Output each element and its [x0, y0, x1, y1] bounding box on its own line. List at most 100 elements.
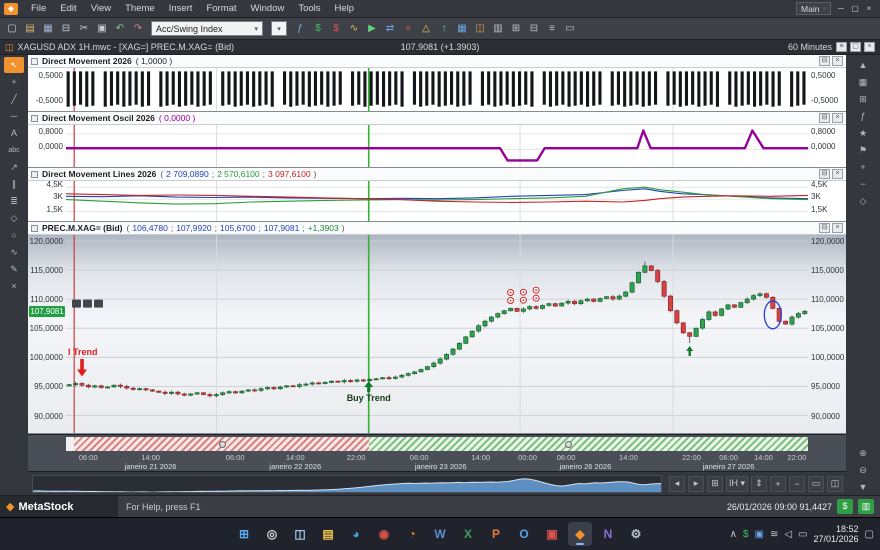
explorer-button[interactable]: ▤: [316, 522, 340, 546]
menu-item-window[interactable]: Window: [244, 3, 292, 14]
pane-collapse-button[interactable]: [31, 115, 38, 122]
up-arrow-icon[interactable]: ↑: [436, 21, 452, 37]
menu-item-edit[interactable]: Edit: [53, 3, 83, 14]
zoom-in-button[interactable]: +: [770, 476, 786, 492]
settings-button[interactable]: ⚙: [624, 522, 648, 546]
pane-collapse-button[interactable]: [31, 171, 38, 178]
zoom-out-button[interactable]: −: [789, 476, 805, 492]
menu-item-file[interactable]: File: [24, 3, 53, 14]
tray-chevron-icon[interactable]: ∧: [730, 529, 737, 540]
indicator-dropdown[interactable]: Acc/Swing Index ▾: [151, 21, 263, 36]
menu-item-format[interactable]: Format: [199, 3, 243, 14]
wifi-icon[interactable]: ≋: [770, 529, 778, 540]
swap-icon[interactable]: ⇄: [382, 21, 398, 37]
pane-header[interactable]: PREC.M.XAG= (Bid) (106,4780;107,9920;105…: [28, 222, 846, 235]
channel-tool-icon[interactable]: ∥: [4, 176, 24, 192]
zigzag-tool-icon[interactable]: ∿: [4, 244, 24, 260]
timeframe-label[interactable]: 60 Minutes: [788, 42, 832, 52]
scroll-down-icon[interactable]: ▼: [853, 479, 873, 495]
grid-icon[interactable]: ▦: [454, 21, 470, 37]
pane-header[interactable]: Direct Movement Oscil 2026 ( 0,0000 ) ⊟×: [28, 112, 846, 125]
favorite-icon[interactable]: ★: [853, 125, 873, 141]
zone-handle-icon[interactable]: [565, 441, 572, 448]
pane-close-button[interactable]: ×: [832, 223, 843, 233]
panels-button[interactable]: ◫: [827, 476, 843, 492]
dm-lines-plot[interactable]: [66, 181, 808, 221]
layout-grid-icon[interactable]: ▦: [853, 74, 873, 90]
cascade-icon[interactable]: ⊟: [526, 21, 542, 37]
pane-scale-button[interactable]: ⊟: [819, 223, 830, 233]
triangle-icon[interactable]: △: [418, 21, 434, 37]
secondary-dropdown[interactable]: ▾: [271, 21, 287, 36]
add-pane-icon[interactable]: ⊞: [853, 91, 873, 107]
firefox-button[interactable]: ◔: [400, 522, 424, 546]
flag-icon[interactable]: ⚑: [853, 142, 873, 158]
pane-scale-button[interactable]: ⊟: [819, 113, 830, 123]
panel-icon[interactable]: ◫: [472, 21, 488, 37]
erase-tool-icon[interactable]: ×: [4, 278, 24, 294]
open-icon[interactable]: ▤: [22, 21, 38, 37]
excel-button[interactable]: X: [456, 522, 480, 546]
plus-tool-icon[interactable]: +: [853, 159, 873, 175]
close-chart-button[interactable]: ×: [864, 42, 875, 52]
minimize-button[interactable]: ─: [834, 3, 848, 15]
print-icon[interactable]: ⊟: [58, 21, 74, 37]
app-red-button[interactable]: ▣: [540, 522, 564, 546]
menu-item-insert[interactable]: Insert: [162, 3, 200, 14]
copy-icon[interactable]: ▣: [94, 21, 110, 37]
taskview-button[interactable]: ◫: [288, 522, 312, 546]
restore-chart-button[interactable]: ▢: [850, 42, 861, 52]
cut-icon[interactable]: ✂: [76, 21, 92, 37]
powerpoint-button[interactable]: P: [484, 522, 508, 546]
function-icon[interactable]: ƒ: [292, 21, 308, 37]
save-icon[interactable]: ▦: [40, 21, 56, 37]
pencil-tool-icon[interactable]: ✎: [4, 261, 24, 277]
menu-item-help[interactable]: Help: [328, 3, 362, 14]
overview-minimap[interactable]: [32, 475, 662, 493]
crosshair-tool-icon[interactable]: +: [4, 74, 24, 90]
pane-header[interactable]: Direct Movement 2026 ( 1,0000 ) ⊟×: [28, 55, 846, 68]
tray-app-icon[interactable]: ▣: [755, 529, 764, 540]
zoom-out-icon[interactable]: ⊖: [853, 462, 873, 478]
pan-right-button[interactable]: ▸: [688, 476, 704, 492]
dollar-green-icon[interactable]: $: [310, 21, 326, 37]
maximize-button[interactable]: ▢: [848, 3, 862, 15]
ellipse-tool-icon[interactable]: ○: [4, 227, 24, 243]
menu-item-tools[interactable]: Tools: [291, 3, 327, 14]
arrow-tool-icon[interactable]: ↗: [4, 159, 24, 175]
direct-movement-plot[interactable]: [66, 68, 808, 111]
text-tool-icon[interactable]: A: [4, 125, 24, 141]
pane-header[interactable]: Direct Movement Lines 2026 (2 709,0890;2…: [28, 168, 846, 181]
label-tool-icon[interactable]: abc: [4, 142, 24, 158]
cursor-tool-icon[interactable]: ↖: [4, 57, 24, 73]
pane-scale-button[interactable]: ⊟: [819, 169, 830, 179]
price-plot[interactable]: l TrendBuy Trend: [66, 235, 808, 433]
outlook-button[interactable]: O: [512, 522, 536, 546]
scroll-up-icon[interactable]: ▲: [853, 57, 873, 73]
play-icon[interactable]: ▶: [364, 21, 380, 37]
chrome-button[interactable]: ◉: [372, 522, 396, 546]
tray-dollar-icon[interactable]: $: [743, 529, 749, 540]
pane-close-button[interactable]: ×: [832, 169, 843, 179]
volume-icon[interactable]: ◁: [784, 529, 792, 540]
interval-button[interactable]: IH ▾: [726, 476, 748, 492]
notes-button[interactable]: N: [596, 522, 620, 546]
taskbar-clock[interactable]: 18:52 27/01/2026: [814, 524, 859, 545]
redo-icon[interactable]: ↷: [130, 21, 146, 37]
main-layout-dropdown[interactable]: Main ▾: [796, 2, 831, 15]
undo-icon[interactable]: ↶: [112, 21, 128, 37]
pan-left-button[interactable]: ◂: [669, 476, 685, 492]
dollar-red-icon[interactable]: $: [328, 21, 344, 37]
pane-close-button[interactable]: ×: [832, 56, 843, 66]
list-icon[interactable]: ≡: [544, 21, 560, 37]
zoom-in-icon[interactable]: ⊕: [853, 445, 873, 461]
close-button[interactable]: ×: [862, 3, 876, 15]
indicator-icon[interactable]: ƒ: [853, 108, 873, 124]
horizontal-line-tool-icon[interactable]: ─: [4, 108, 24, 124]
range-button[interactable]: ▭: [808, 476, 824, 492]
pane-close-button[interactable]: ×: [832, 113, 843, 123]
oscillator-plot[interactable]: [66, 125, 808, 167]
notification-icon[interactable]: ▢: [865, 529, 874, 540]
chart-status-button[interactable]: ▥: [858, 499, 874, 514]
layout-icon[interactable]: ▥: [490, 21, 506, 37]
